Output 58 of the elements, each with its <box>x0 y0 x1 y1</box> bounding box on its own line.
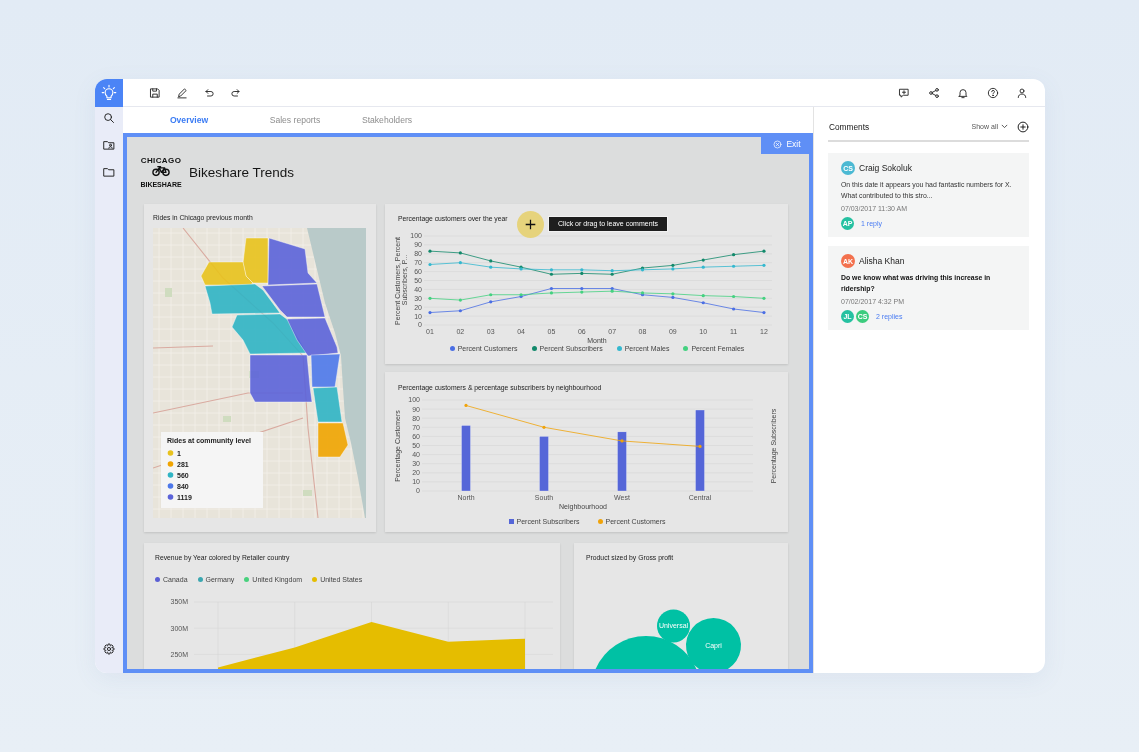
undo-arrow-icon[interactable] <box>203 86 215 99</box>
data-point <box>428 310 432 315</box>
dashboard-title: Bikeshare Trends <box>189 164 295 180</box>
folder-person-icon[interactable] <box>103 139 115 151</box>
tab[interactable]: Stakeholders <box>352 107 422 133</box>
comment-author: Craig Sokoluk <box>859 163 912 173</box>
plus-circle-icon[interactable] <box>1017 120 1029 133</box>
data-point <box>698 444 702 448</box>
question-circle-icon[interactable] <box>986 86 999 99</box>
data-point <box>428 296 432 300</box>
data-point <box>732 264 736 268</box>
data-point <box>489 293 493 297</box>
data-point <box>762 249 766 253</box>
bar <box>539 436 549 492</box>
data-point <box>701 258 705 262</box>
close-circle-icon <box>773 139 783 149</box>
settings-icon[interactable] <box>103 643 115 655</box>
data-point <box>464 403 468 408</box>
bar <box>617 431 627 492</box>
person-icon[interactable] <box>1016 86 1028 99</box>
share-nodes-icon[interactable] <box>927 86 940 99</box>
data-point <box>458 309 462 313</box>
lightbulb-icon[interactable] <box>95 79 123 107</box>
bell-icon[interactable] <box>957 86 969 99</box>
data-point <box>620 439 624 443</box>
logo-text: CHICAGO <box>140 155 182 165</box>
data-point <box>701 265 705 269</box>
search-icon[interactable] <box>103 112 115 124</box>
data-point <box>458 298 462 302</box>
data-point <box>542 425 546 429</box>
bicycle-icon <box>152 166 170 176</box>
tab[interactable]: Sales reports <box>238 107 352 133</box>
plus-cursor-icon[interactable] <box>517 211 544 238</box>
data-point <box>732 294 736 299</box>
data-point <box>458 251 462 255</box>
chat-bubble-icon[interactable] <box>898 86 910 99</box>
data-point <box>428 249 432 253</box>
data-point <box>762 263 766 267</box>
chevron-down-icon <box>1001 123 1008 130</box>
data-point <box>732 253 736 257</box>
tab[interactable]: Overview <box>140 107 238 133</box>
data-point <box>458 261 462 265</box>
data-point <box>762 310 766 315</box>
data-point <box>762 296 766 300</box>
data-point <box>701 301 705 305</box>
data-point <box>489 300 493 304</box>
bar <box>461 425 471 492</box>
map-region <box>317 422 349 458</box>
pencil-icon[interactable] <box>176 86 188 99</box>
data-point <box>428 262 432 267</box>
data-point <box>732 307 736 311</box>
data-point <box>701 294 705 298</box>
redo-arrow-icon[interactable] <box>230 86 242 99</box>
data-point <box>489 259 493 263</box>
comment-author: Alisha Khan <box>859 256 905 266</box>
panel-title: Comments <box>829 121 871 132</box>
folder-icon[interactable] <box>103 166 115 178</box>
data-point <box>489 265 493 269</box>
